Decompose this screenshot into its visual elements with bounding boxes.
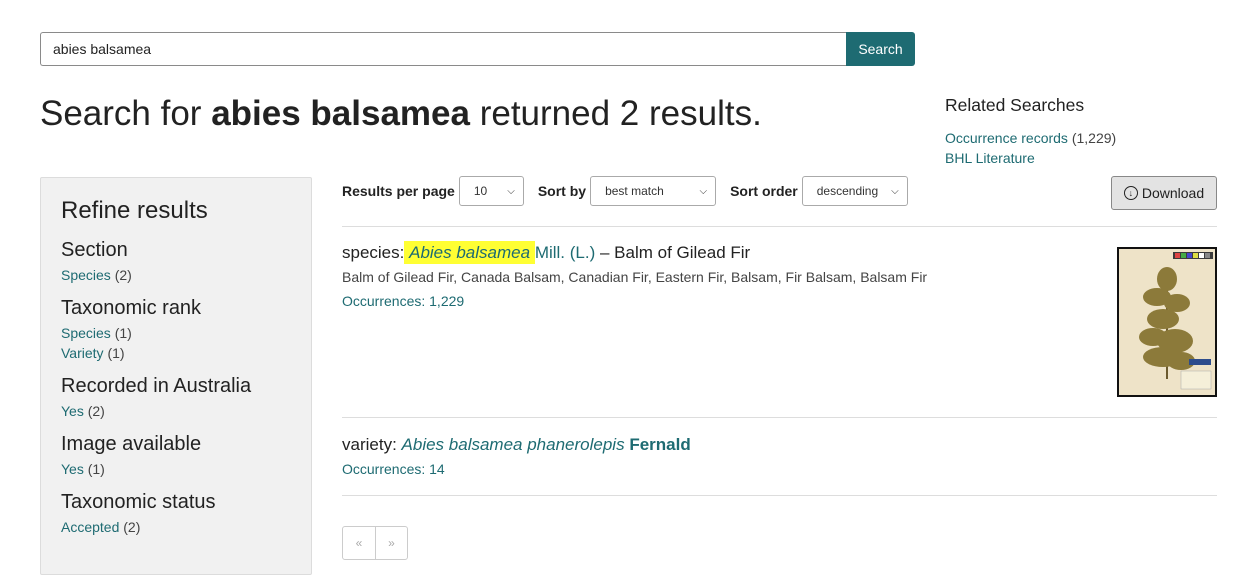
- facet-count: (1): [87, 461, 105, 477]
- facet-recorded-in-australia: Recorded in Australia Yes (2): [61, 375, 291, 421]
- facet-link-variety[interactable]: Variety: [61, 345, 104, 361]
- occurrence-records-link[interactable]: Occurrence records: [945, 130, 1068, 146]
- facet-count: (2): [87, 403, 105, 419]
- results-controls: Results per page 10 ⌵ Sort by best match…: [342, 176, 922, 206]
- related-searches: Related Searches Occurrence records (1,2…: [945, 95, 1225, 168]
- chevron-down-icon: ⌵: [699, 185, 708, 197]
- facet-section: Section Species (2): [61, 239, 291, 285]
- facet-title: Image available: [61, 433, 202, 455]
- page-title: Search for abies balsamea returned 2 res…: [40, 94, 762, 134]
- facet-title: Taxonomic status: [61, 491, 216, 513]
- title-prefix: Search for: [40, 94, 212, 133]
- result-common-names: Balm of Gilead Fir, Canada Balsam, Canad…: [342, 269, 928, 285]
- facet-count: (1): [114, 325, 132, 341]
- sort-order-value: descending: [816, 184, 879, 198]
- search-input[interactable]: [40, 32, 846, 66]
- result-common-name: – Balm of Gilead Fir: [600, 243, 751, 262]
- sort-by-select[interactable]: best match ⌵: [590, 176, 717, 206]
- facet-title: Section: [61, 239, 128, 261]
- divider: [342, 495, 1217, 496]
- facet-count: (2): [123, 519, 141, 535]
- result-sci-name-link[interactable]: Abies balsamea: [409, 243, 530, 262]
- result-occurrences-link[interactable]: Occurrences: 14: [342, 461, 445, 477]
- sort-order-label: Sort order: [730, 183, 798, 199]
- result-rank: species:: [342, 243, 405, 262]
- search-button[interactable]: Search: [846, 32, 915, 66]
- result-rank: variety:: [342, 435, 397, 454]
- divider: [342, 226, 1217, 227]
- per-page-select[interactable]: 10 ⌵: [458, 176, 524, 206]
- highlight: Abies balsamea: [404, 241, 535, 264]
- next-page-button[interactable]: »: [375, 527, 407, 559]
- facet-image-available: Image available Yes (1): [61, 433, 291, 479]
- sort-by-value: best match: [605, 184, 664, 198]
- title-suffix: returned 2 results.: [469, 94, 762, 133]
- bhl-literature-link[interactable]: BHL Literature: [945, 150, 1035, 166]
- chevron-down-icon: ⌵: [891, 185, 899, 197]
- facet-taxonomic-rank: Taxonomic rank Species (1) Variety (1): [61, 297, 291, 363]
- per-page-value: 10: [473, 184, 488, 198]
- facet-title: Recorded in Australia: [61, 375, 252, 397]
- facet-link-species[interactable]: Species: [61, 267, 111, 283]
- download-button[interactable]: ↓ Download: [1111, 176, 1217, 210]
- facet-count: (2): [114, 267, 132, 283]
- result-occurrences-link[interactable]: Occurrences: 1,229: [342, 293, 464, 309]
- title-query: abies balsamea: [211, 94, 470, 133]
- pagination: « »: [342, 526, 408, 560]
- sort-order-select[interactable]: descending ⌵: [801, 176, 908, 206]
- per-page-label: Results per page: [342, 183, 455, 199]
- sort-by-label: Sort by: [537, 183, 587, 199]
- facet-count: (1): [107, 345, 125, 361]
- specimen-thumbnail[interactable]: [1117, 247, 1217, 397]
- occurrence-records-count: (1,229): [1071, 130, 1117, 146]
- result-title: variety: Abies balsamea phanerolepis Fer…: [342, 435, 691, 455]
- result-author-link[interactable]: Fernald: [629, 435, 690, 454]
- facet-link-yes-image[interactable]: Yes: [61, 461, 84, 477]
- facet-link-species-rank[interactable]: Species: [61, 325, 111, 341]
- result-item: variety: Abies balsamea phanerolepis Fer…: [342, 435, 691, 477]
- refine-sidebar: Refine results Section Species (2) Taxon…: [40, 177, 312, 575]
- chevron-down-icon: ⌵: [507, 185, 515, 197]
- specimen-image: [1119, 249, 1215, 395]
- refine-title: Refine results: [61, 197, 208, 224]
- related-title: Related Searches: [945, 95, 1085, 115]
- result-author-link[interactable]: Mill. (L.): [535, 243, 595, 262]
- facet-link-accepted[interactable]: Accepted: [61, 519, 119, 535]
- result-item: species: Abies balsamea Mill. (L.) – Bal…: [342, 241, 928, 309]
- facet-link-yes-australia[interactable]: Yes: [61, 403, 84, 419]
- download-label: Download: [1141, 185, 1205, 201]
- prev-page-button[interactable]: «: [343, 527, 375, 559]
- search-bar: Search: [40, 32, 915, 66]
- download-icon: ↓: [1123, 186, 1138, 200]
- facet-title: Taxonomic rank: [61, 297, 202, 319]
- divider: [342, 417, 1217, 418]
- facet-taxonomic-status: Taxonomic status Accepted (2): [61, 491, 291, 537]
- result-sci-name-link[interactable]: Abies balsamea phanerolepis: [402, 435, 625, 454]
- result-title: species: Abies balsamea Mill. (L.) – Bal…: [342, 241, 927, 264]
